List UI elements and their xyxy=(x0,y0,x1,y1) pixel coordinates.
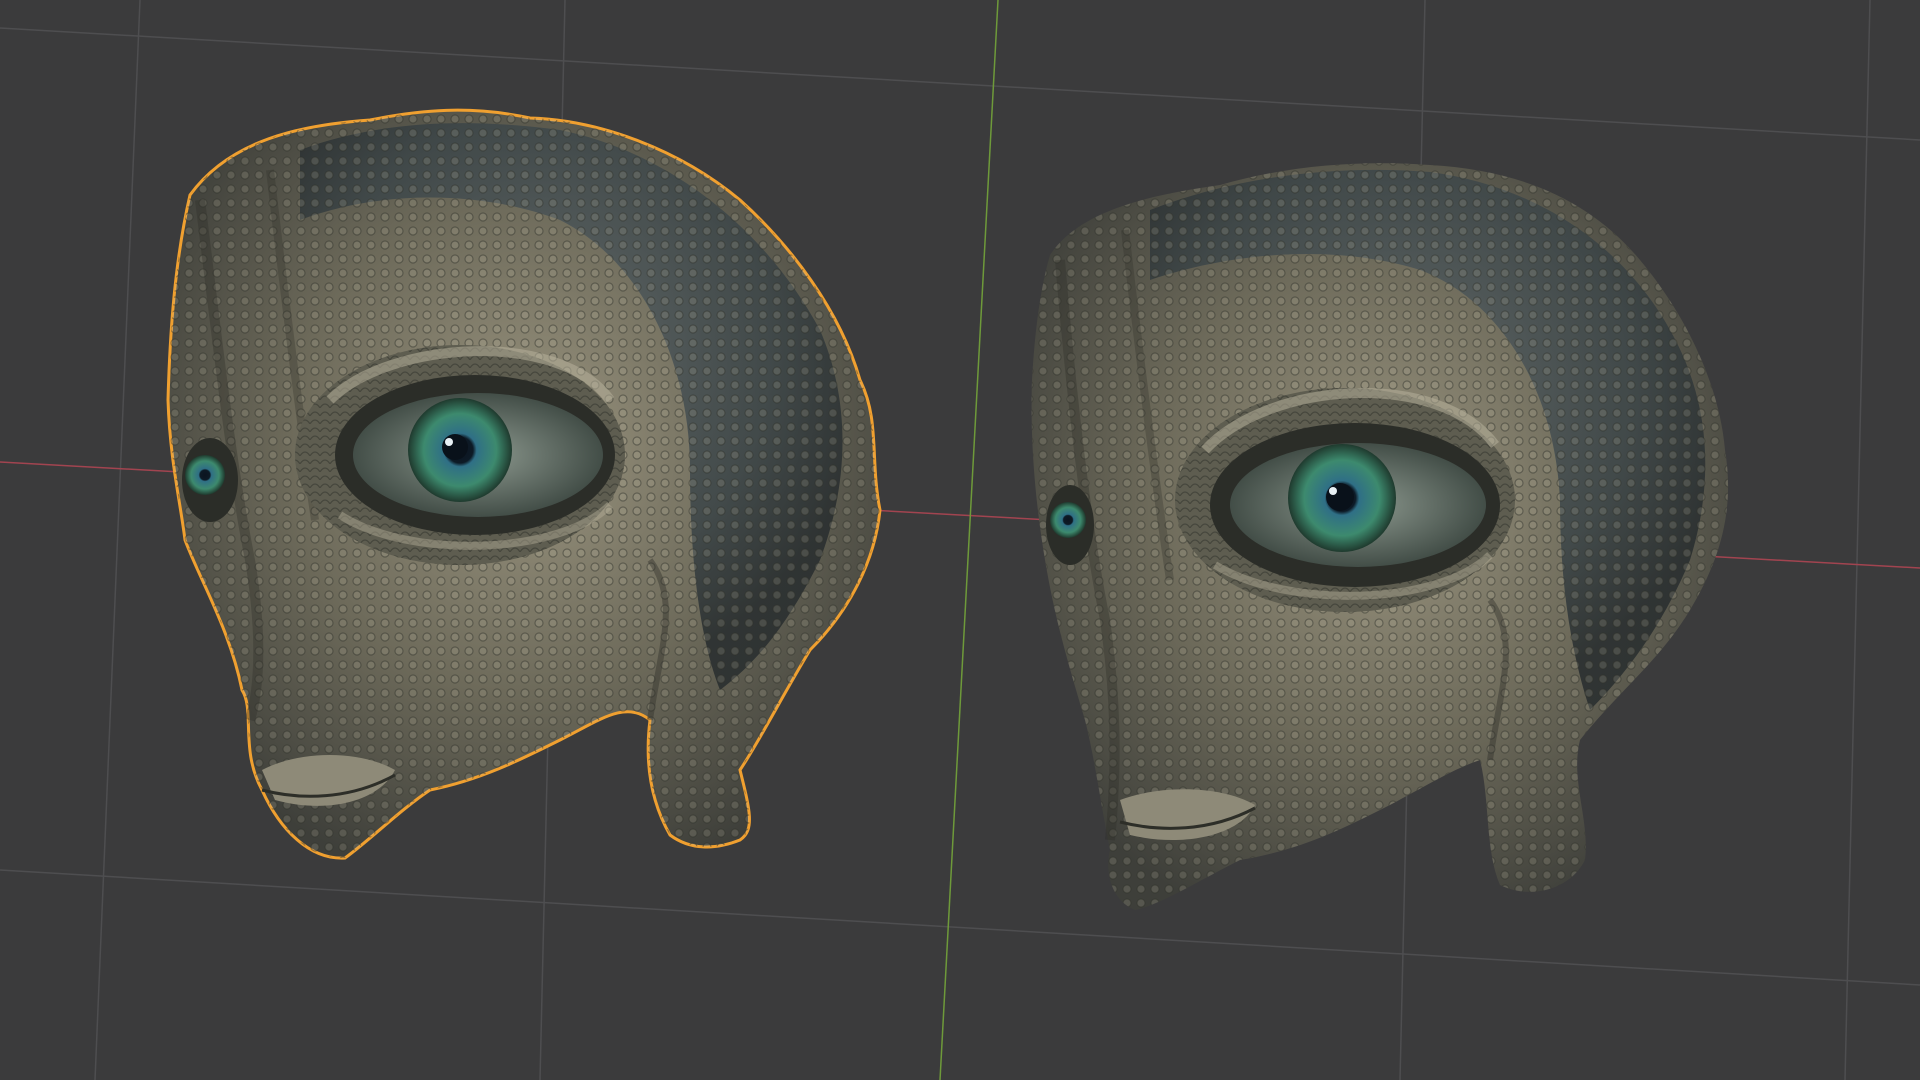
side-eye-iris xyxy=(1050,502,1086,538)
3d-viewport[interactable] xyxy=(0,0,1920,1080)
alien-head-selected[interactable] xyxy=(166,108,882,860)
side-eye-iris xyxy=(185,455,225,495)
viewport-canvas[interactable] xyxy=(0,0,1920,1080)
y-axis-line xyxy=(939,0,999,1080)
alien-head-copy[interactable] xyxy=(1031,163,1729,910)
